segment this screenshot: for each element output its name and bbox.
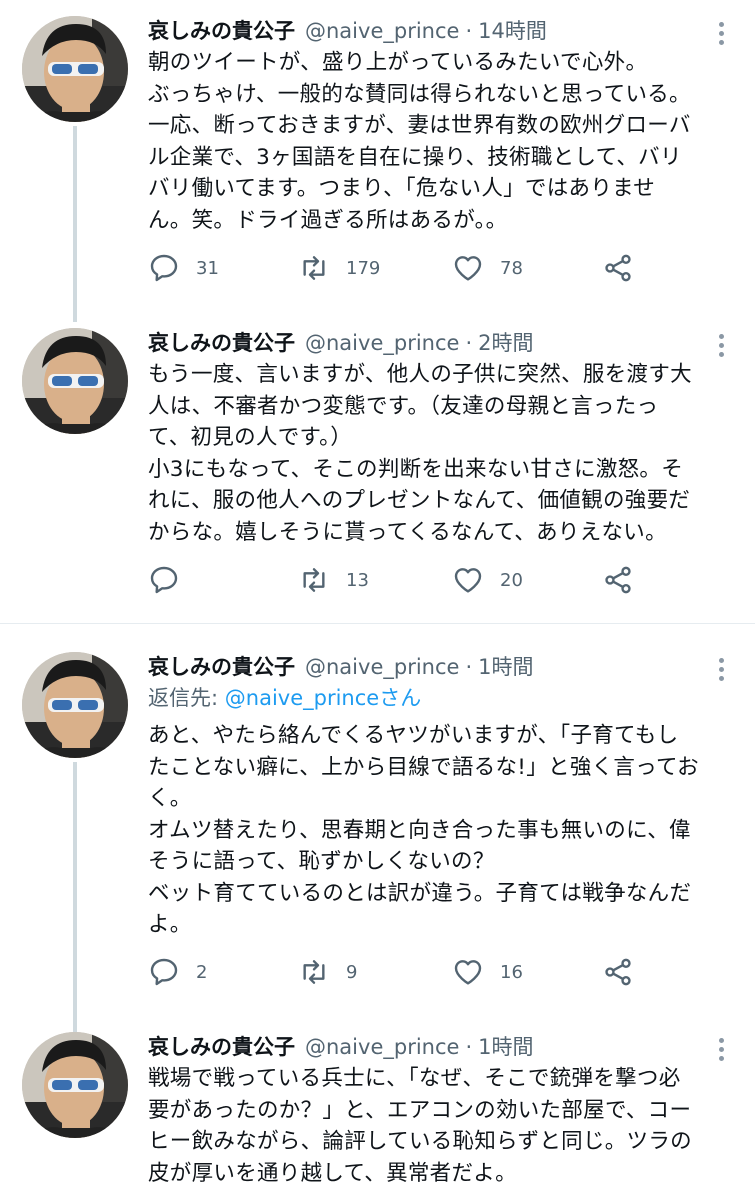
retweet-count: 13 <box>346 569 369 591</box>
display-name[interactable]: 哀しみの貴公子 <box>148 19 295 43</box>
reply-icon <box>150 958 178 986</box>
tweet-header: 哀しみの貴公子 @naive_prince · 1時間 <box>148 650 534 684</box>
timestamp[interactable]: 1時間 <box>478 1035 533 1059</box>
tweet-text: 朝のツイートが、盛り上がっているみたいで心外。 ぶっちゃけ、一般的な賛同は得られ… <box>148 50 691 233</box>
like-icon <box>454 256 482 281</box>
timestamp[interactable]: 2時間 <box>478 331 533 355</box>
separator: · <box>465 19 473 43</box>
more-icon[interactable] <box>719 658 725 682</box>
handle[interactable]: @naive_prince <box>305 19 459 43</box>
reply-button[interactable] <box>148 560 196 600</box>
retweet-count: 179 <box>346 257 381 279</box>
retweet-button[interactable]: 13 <box>298 560 369 600</box>
tweet-actions: 13 20 <box>148 560 648 600</box>
tweet-header: 哀しみの貴公子 @naive_prince · 1時間 <box>148 1030 534 1064</box>
share-icon <box>605 566 631 594</box>
timestamp[interactable]: 1時間 <box>478 655 533 679</box>
tweet[interactable]: 哀しみの貴公子 @naive_prince · 14時間 朝のツイートが、盛り上がって… <box>0 14 755 322</box>
thread-line <box>73 126 77 322</box>
display-name[interactable]: 哀しみの貴公子 <box>148 1035 295 1059</box>
separator: · <box>465 655 473 679</box>
like-button[interactable]: 20 <box>452 560 523 600</box>
share-button[interactable] <box>602 248 634 288</box>
thread-line <box>73 762 77 1032</box>
tweet-actions: 2 9 16 <box>148 952 648 992</box>
reply-to-link[interactable]: @naive_prince <box>225 686 379 710</box>
separator: · <box>465 1035 473 1059</box>
reply-icon <box>150 254 178 282</box>
reply-count: 2 <box>196 961 208 983</box>
like-button[interactable]: 16 <box>452 952 523 992</box>
like-count: 16 <box>500 961 523 983</box>
avatar[interactable] <box>22 328 128 434</box>
timestamp[interactable]: 14時間 <box>478 19 547 43</box>
avatar[interactable] <box>22 652 128 758</box>
reply-icon <box>150 566 178 594</box>
display-name[interactable]: 哀しみの貴公子 <box>148 331 295 355</box>
reply-to-prefix: 返信先: <box>148 686 225 710</box>
more-icon[interactable] <box>719 22 725 46</box>
tweet-text: あと、やたら絡んでくるヤツがいますが、「子育てもし たことない癖に、上から目線で… <box>148 723 699 937</box>
reply-to-line: 返信先: @naive_princeさん <box>148 682 421 714</box>
share-icon <box>605 958 631 986</box>
more-icon[interactable] <box>719 1038 725 1062</box>
display-name[interactable]: 哀しみの貴公子 <box>148 655 295 679</box>
reply-to-suffix[interactable]: さん <box>379 686 421 710</box>
retweet-icon <box>303 960 325 984</box>
tweet-text: もう一度、言いますが、他人の子供に突然、服を渡す大 人は、不審者かつ変態です。（… <box>148 362 692 545</box>
like-count: 20 <box>500 569 523 591</box>
retweet-icon <box>303 256 325 280</box>
retweet-button[interactable]: 179 <box>298 248 380 288</box>
handle[interactable]: @naive_prince <box>305 655 459 679</box>
retweet-count: 9 <box>346 961 358 983</box>
avatar[interactable] <box>22 1032 128 1138</box>
handle[interactable]: @naive_prince <box>305 1035 459 1059</box>
tweet-header: 哀しみの貴公子 @naive_prince · 14時間 <box>148 14 547 48</box>
retweet-button[interactable]: 9 <box>298 952 357 992</box>
like-icon <box>454 960 482 985</box>
like-count: 78 <box>500 257 523 279</box>
reply-count: 31 <box>196 257 219 279</box>
tweet[interactable]: 哀しみの貴公子 @naive_prince · 1時間 戦場で戦っている兵士に、「なぜ… <box>0 1030 755 1200</box>
more-icon[interactable] <box>719 334 725 358</box>
share-button[interactable] <box>602 560 634 600</box>
separator: · <box>465 331 473 355</box>
reply-button[interactable]: 31 <box>148 248 219 288</box>
share-icon <box>605 254 631 282</box>
share-button[interactable] <box>602 952 634 992</box>
tweet-header: 哀しみの貴公子 @naive_prince · 2時間 <box>148 326 534 360</box>
tweet-actions: 31 179 78 <box>148 248 648 288</box>
reply-button[interactable]: 2 <box>148 952 207 992</box>
tweet[interactable]: 哀しみの貴公子 @naive_prince · 2時間 もう一度、言いますが、他人の子… <box>0 326 755 616</box>
avatar[interactable] <box>22 16 128 122</box>
tweet[interactable]: 哀しみの貴公子 @naive_prince · 1時間 返信先: @naive_pri… <box>0 650 755 1032</box>
like-icon <box>454 568 482 593</box>
tweet-text: 戦場で戦っている兵士に、「なぜ、そこで銃弾を撃つ必 要があったのか？」と、エアコ… <box>148 1066 692 1186</box>
retweet-icon <box>303 568 325 592</box>
divider <box>0 623 755 624</box>
handle[interactable]: @naive_prince <box>305 331 459 355</box>
like-button[interactable]: 78 <box>452 248 523 288</box>
